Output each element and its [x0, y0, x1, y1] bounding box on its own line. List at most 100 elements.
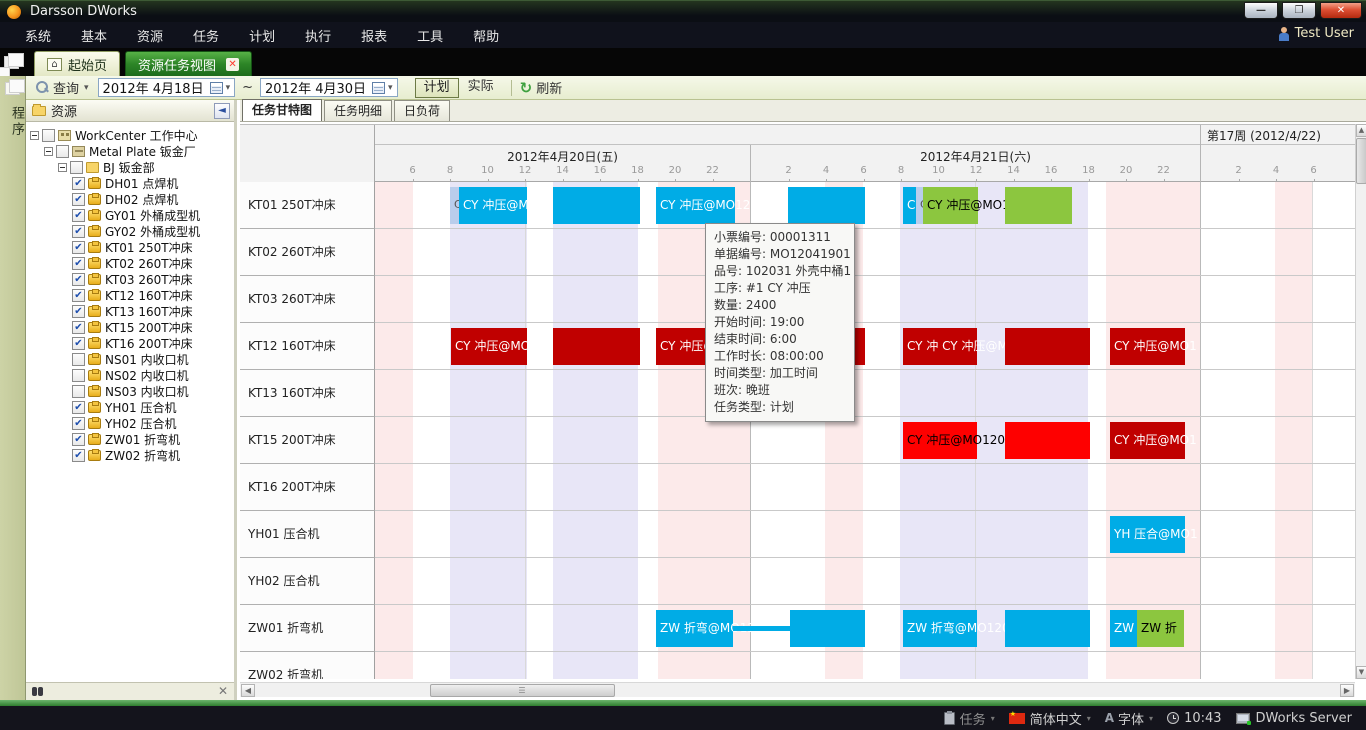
program-panel-icon[interactable]	[5, 82, 20, 95]
task-bar[interactable]: ZW 折弯@MO12041901	[903, 610, 977, 647]
tree-node[interactable]: ✔KT01 250T冲床	[26, 239, 234, 255]
tree-checkbox[interactable]	[72, 353, 85, 366]
scroll-down-icon[interactable]: ▼	[1356, 666, 1366, 679]
task-bar[interactable]: C	[916, 187, 923, 224]
tab-resource-task-view[interactable]: 资源任务视图 ✕	[125, 51, 252, 76]
view-tab-任务甘特图[interactable]: 任务甘特图	[242, 99, 322, 121]
tree-node[interactable]: NS02 内收口机	[26, 367, 234, 383]
date-from-field[interactable]: 2012年 4月18日 ▾	[98, 78, 236, 97]
task-bar[interactable]: C	[450, 187, 459, 224]
tree-checkbox[interactable]: ✔	[72, 225, 85, 238]
tree-node[interactable]: ✔ZW02 折弯机	[26, 447, 234, 463]
user-box[interactable]: Test User	[1278, 26, 1354, 41]
task-bar[interactable]: CY 冲压@MO12041901	[656, 187, 735, 224]
tree-node[interactable]: ✔KT12 160T冲床	[26, 287, 234, 303]
tree-checkbox[interactable]: ✔	[72, 321, 85, 334]
view-tab-日负荷[interactable]: 日负荷	[394, 100, 450, 121]
tree-checkbox[interactable]: ✔	[72, 449, 85, 462]
tree-node[interactable]: ✔YH01 压合机	[26, 399, 234, 415]
tree-checkbox[interactable]: ✔	[72, 273, 85, 286]
tree-checkbox[interactable]: ✔	[72, 257, 85, 270]
tab-close-icon[interactable]: ✕	[226, 58, 239, 71]
tree-node[interactable]: NS03 内收口机	[26, 383, 234, 399]
refresh-button[interactable]: 刷新	[536, 78, 562, 97]
tree-expander-icon[interactable]	[58, 163, 67, 172]
menu-item-帮助[interactable]: 帮助	[458, 22, 514, 49]
calendar-icon[interactable]	[210, 82, 223, 94]
task-bar[interactable]: C	[903, 187, 916, 224]
menu-item-计划[interactable]: 计划	[234, 22, 290, 49]
search-button[interactable]: 查询	[53, 78, 79, 97]
scroll-right-icon[interactable]: ▶	[1340, 684, 1354, 697]
search-dropdown-caret[interactable]: ▾	[84, 83, 89, 93]
task-bar[interactable]: CY 冲压@MO1	[1110, 422, 1185, 459]
tree-checkbox[interactable]: ✔	[72, 401, 85, 414]
minimize-button[interactable]: —	[1244, 2, 1278, 19]
task-bar[interactable]: YH 压合@MO1	[1110, 516, 1185, 553]
tree-checkbox[interactable]: ✔	[72, 305, 85, 318]
horizontal-scrollbar[interactable]: ◀ ☰ ▶	[240, 682, 1355, 697]
menu-item-执行[interactable]: 执行	[290, 22, 346, 49]
tree-node[interactable]: NS01 内收口机	[26, 351, 234, 367]
program-strip-label[interactable]: 程序	[0, 106, 26, 138]
tree-node[interactable]: ✔KT15 200T冲床	[26, 319, 234, 335]
task-bar[interactable]: ZW 折弯@MO12041901	[656, 610, 733, 647]
actual-toggle-button[interactable]: 实际	[459, 78, 503, 98]
date-from-caret[interactable]: ▾	[226, 83, 231, 93]
tree-node[interactable]: ✔KT02 260T冲床	[26, 255, 234, 271]
tree-node[interactable]: ✔KT03 260T冲床	[26, 271, 234, 287]
tree-checkbox[interactable]	[72, 369, 85, 382]
tree-checkbox[interactable]: ✔	[72, 209, 85, 222]
tree-node[interactable]: ✔ZW01 折弯机	[26, 431, 234, 447]
tree-node[interactable]: ✔YH02 压合机	[26, 415, 234, 431]
horizontal-scroll-thumb[interactable]: ☰	[430, 684, 615, 697]
task-bar[interactable]: CY 冲压@MO12041904	[451, 328, 527, 365]
tree-node[interactable]: ✔DH02 点焊机	[26, 191, 234, 207]
date-to-caret[interactable]: ▾	[388, 83, 393, 93]
status-language-menu[interactable]: 简体中文 ▾	[1009, 709, 1091, 728]
menu-item-系统[interactable]: 系统	[10, 22, 66, 49]
scroll-up-icon[interactable]: ▲	[1356, 124, 1366, 137]
task-bar[interactable]	[1005, 187, 1072, 224]
menu-item-基本[interactable]: 基本	[66, 22, 122, 49]
tree-node[interactable]: Metal Plate 钣金厂	[26, 143, 234, 159]
task-bar[interactable]: CY 冲压@MO12041901	[459, 187, 527, 224]
tree-node[interactable]: ✔KT13 160T冲床	[26, 303, 234, 319]
task-bar[interactable]: ZW	[1110, 610, 1137, 647]
tree-checkbox[interactable]: ✔	[72, 337, 85, 350]
task-bar[interactable]	[1005, 422, 1090, 459]
tree-checkbox[interactable]	[42, 129, 55, 142]
task-bar[interactable]	[553, 187, 640, 224]
task-bar[interactable]	[1005, 610, 1090, 647]
task-bar[interactable]	[1005, 328, 1090, 365]
tree-checkbox[interactable]	[56, 145, 69, 158]
tree-checkbox[interactable]: ✔	[72, 433, 85, 446]
panel-close-icon[interactable]: ✕	[218, 684, 228, 698]
tree-node[interactable]: ✔DH01 点焊机	[26, 175, 234, 191]
plan-toggle-button[interactable]: 计划	[415, 78, 459, 98]
calendar-icon[interactable]	[372, 82, 385, 94]
tree-checkbox[interactable]: ✔	[72, 177, 85, 190]
status-tasks-menu[interactable]: 任务 ▾	[944, 709, 995, 728]
tree-node[interactable]: BJ 钣金部	[26, 159, 234, 175]
menu-item-任务[interactable]: 任务	[178, 22, 234, 49]
tree-checkbox[interactable]: ✔	[72, 241, 85, 254]
task-bar[interactable]: CY 冲压@MO12041902	[923, 187, 978, 224]
tree-checkbox[interactable]: ✔	[72, 193, 85, 206]
vertical-scroll-thumb[interactable]	[1356, 138, 1366, 184]
menu-item-工具[interactable]: 工具	[402, 22, 458, 49]
scroll-left-icon[interactable]: ◀	[241, 684, 255, 697]
task-bar[interactable]	[790, 610, 865, 647]
task-bar[interactable]: ZW 折	[1137, 610, 1184, 647]
tree-node[interactable]: ✔GY02 外桶成型机	[26, 223, 234, 239]
tree-checkbox[interactable]	[72, 385, 85, 398]
task-bar[interactable]: CY 冲 CY 冲压@MO12041904	[903, 328, 977, 365]
task-bar[interactable]: CY 冲压@MO12041903	[903, 422, 977, 459]
tree-node[interactable]: ✔KT16 200T冲床	[26, 335, 234, 351]
task-bar[interactable]	[733, 626, 790, 631]
task-bar[interactable]	[553, 328, 640, 365]
vertical-scrollbar[interactable]: ▲ ▼	[1355, 124, 1366, 679]
tab-home-page[interactable]: ⌂ 起始页	[34, 51, 120, 76]
view-tab-任务明细[interactable]: 任务明细	[324, 100, 392, 121]
task-bar[interactable]: CY 冲压@MO1	[1110, 328, 1185, 365]
